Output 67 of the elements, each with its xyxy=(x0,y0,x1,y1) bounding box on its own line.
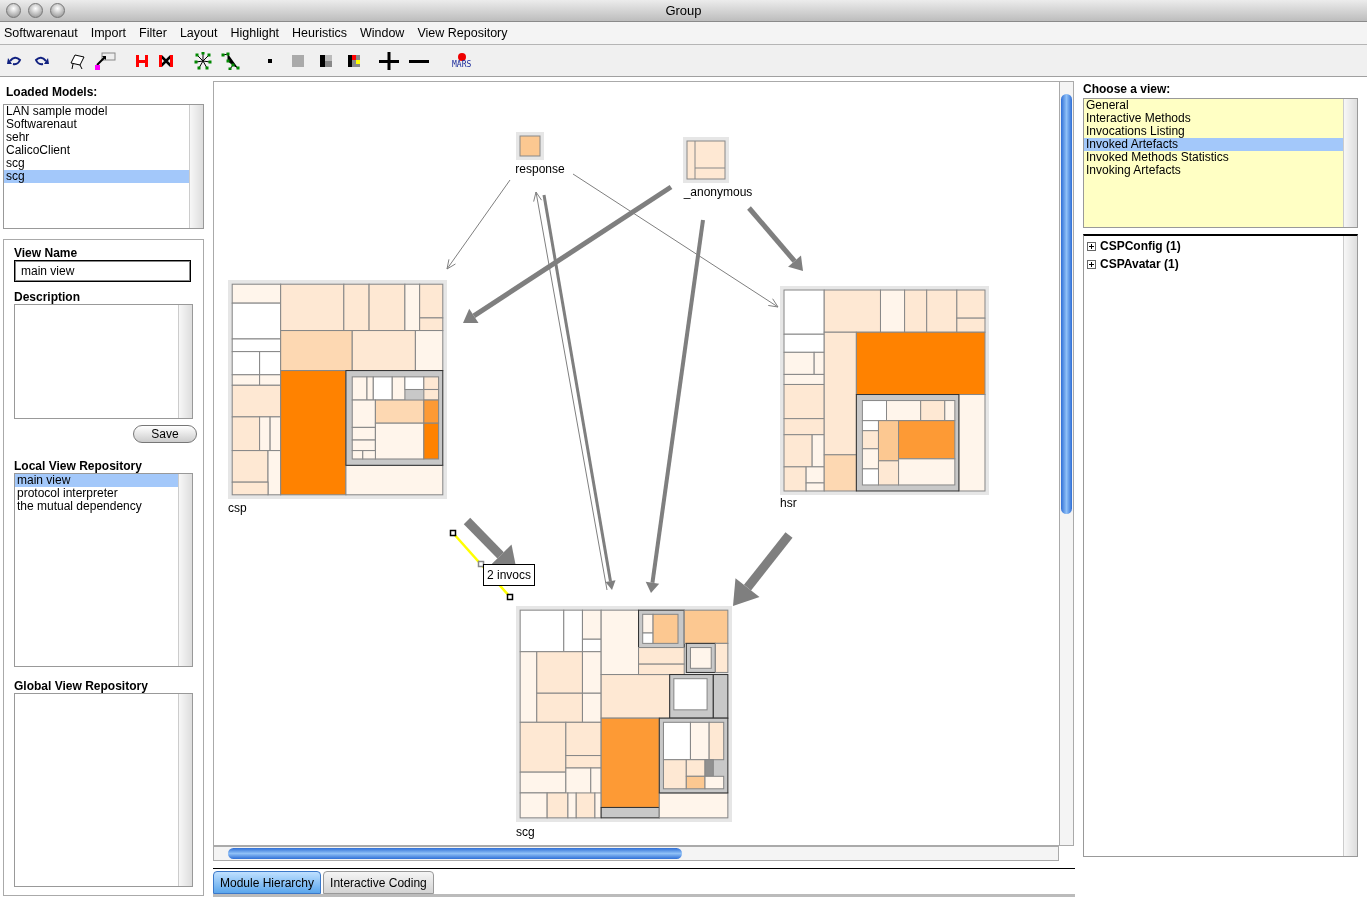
list-item[interactable]: CalicoClient xyxy=(4,144,189,157)
list-item[interactable]: scg xyxy=(4,170,189,183)
tree-item[interactable]: CSPAvatar (1) xyxy=(1100,257,1179,271)
lasso-icon[interactable] xyxy=(68,51,86,70)
node-label: scg xyxy=(516,825,535,839)
list-item[interactable]: Invoked Methods Statistics xyxy=(1084,151,1343,164)
list-item[interactable]: Softwarenaut xyxy=(4,118,189,131)
list-item[interactable]: Interactive Methods xyxy=(1084,112,1343,125)
list-item[interactable]: Invoked Artefacts xyxy=(1084,138,1343,151)
section-title: Local View Repository xyxy=(14,459,143,473)
menu-item[interactable]: Softwarenaut xyxy=(4,26,78,40)
tooltip: 2 invocs xyxy=(483,564,536,586)
scrollbar-thumb[interactable] xyxy=(228,848,682,859)
menu-item[interactable]: Filter xyxy=(139,26,167,40)
field-label: View Name xyxy=(14,246,79,260)
zoom-button[interactable] xyxy=(50,3,65,18)
node-label: hsr xyxy=(780,496,797,510)
menu-item[interactable]: Highlight xyxy=(230,26,280,40)
node-label: csp xyxy=(228,501,247,515)
module-square xyxy=(683,137,729,183)
menu-item[interactable]: Import xyxy=(90,26,127,40)
list-item[interactable]: main view xyxy=(15,474,178,487)
minimize-button[interactable] xyxy=(28,3,43,18)
horizontal-scrollbar[interactable] xyxy=(213,846,1059,861)
branch-graph-icon[interactable] xyxy=(220,51,240,70)
list-item[interactable]: sehr xyxy=(4,131,189,144)
zoom-in-icon[interactable] xyxy=(378,51,400,70)
scrollbar-thumb[interactable] xyxy=(1061,94,1072,514)
vertical-scrollbar[interactable] xyxy=(1059,81,1074,846)
list-item[interactable]: the mutual dependency xyxy=(15,500,178,513)
menu-item[interactable]: Layout xyxy=(179,26,218,40)
field-label: Description xyxy=(14,290,81,304)
section-title: Loaded Models: xyxy=(6,85,99,99)
menu-item[interactable]: View Repository xyxy=(417,26,508,40)
scrollbar-track[interactable] xyxy=(1343,236,1357,856)
star-graph-icon[interactable] xyxy=(194,51,212,70)
scrollbar-track[interactable] xyxy=(178,694,192,886)
pointer-icon[interactable] xyxy=(94,51,116,70)
tree-item[interactable]: CSPConfig (1) xyxy=(1100,239,1181,253)
node-label: _anonymous xyxy=(683,185,753,199)
dot-icon xyxy=(457,52,466,61)
menu-item[interactable]: Window xyxy=(359,26,405,40)
save-button[interactable]: Save xyxy=(133,425,197,443)
description-field[interactable] xyxy=(14,304,193,419)
mars-button[interactable]: MARS xyxy=(452,52,472,69)
scrollbar-track[interactable] xyxy=(178,305,192,418)
view-name-field[interactable]: main view xyxy=(14,260,191,282)
list-item[interactable]: General xyxy=(1084,99,1343,112)
scrollbar-track[interactable] xyxy=(178,474,192,666)
list-item[interactable]: scg xyxy=(4,157,189,170)
tab[interactable]: Interactive Coding xyxy=(323,871,434,894)
menu-item[interactable]: Heuristics xyxy=(292,26,347,40)
list-item[interactable]: protocol interpreter xyxy=(15,487,178,500)
module-square xyxy=(516,132,544,160)
expand-icon[interactable] xyxy=(1087,259,1096,269)
window-title: Group xyxy=(665,3,702,18)
list-item[interactable]: Invocations Listing xyxy=(1084,125,1343,138)
list-item[interactable]: Invoking Artefacts xyxy=(1084,164,1343,177)
close-button[interactable] xyxy=(6,3,21,18)
scrollbar-track[interactable] xyxy=(189,105,203,228)
section-title: Global View Repository xyxy=(14,679,149,693)
expand-icon[interactable] xyxy=(1087,241,1096,251)
list-item[interactable]: LAN sample model xyxy=(4,105,189,118)
scrollbar-track[interactable] xyxy=(1343,99,1357,227)
node-label: response xyxy=(515,162,565,176)
tab[interactable]: Module Hierarchy xyxy=(213,871,322,894)
section-title: Choose a view: xyxy=(1083,82,1172,96)
